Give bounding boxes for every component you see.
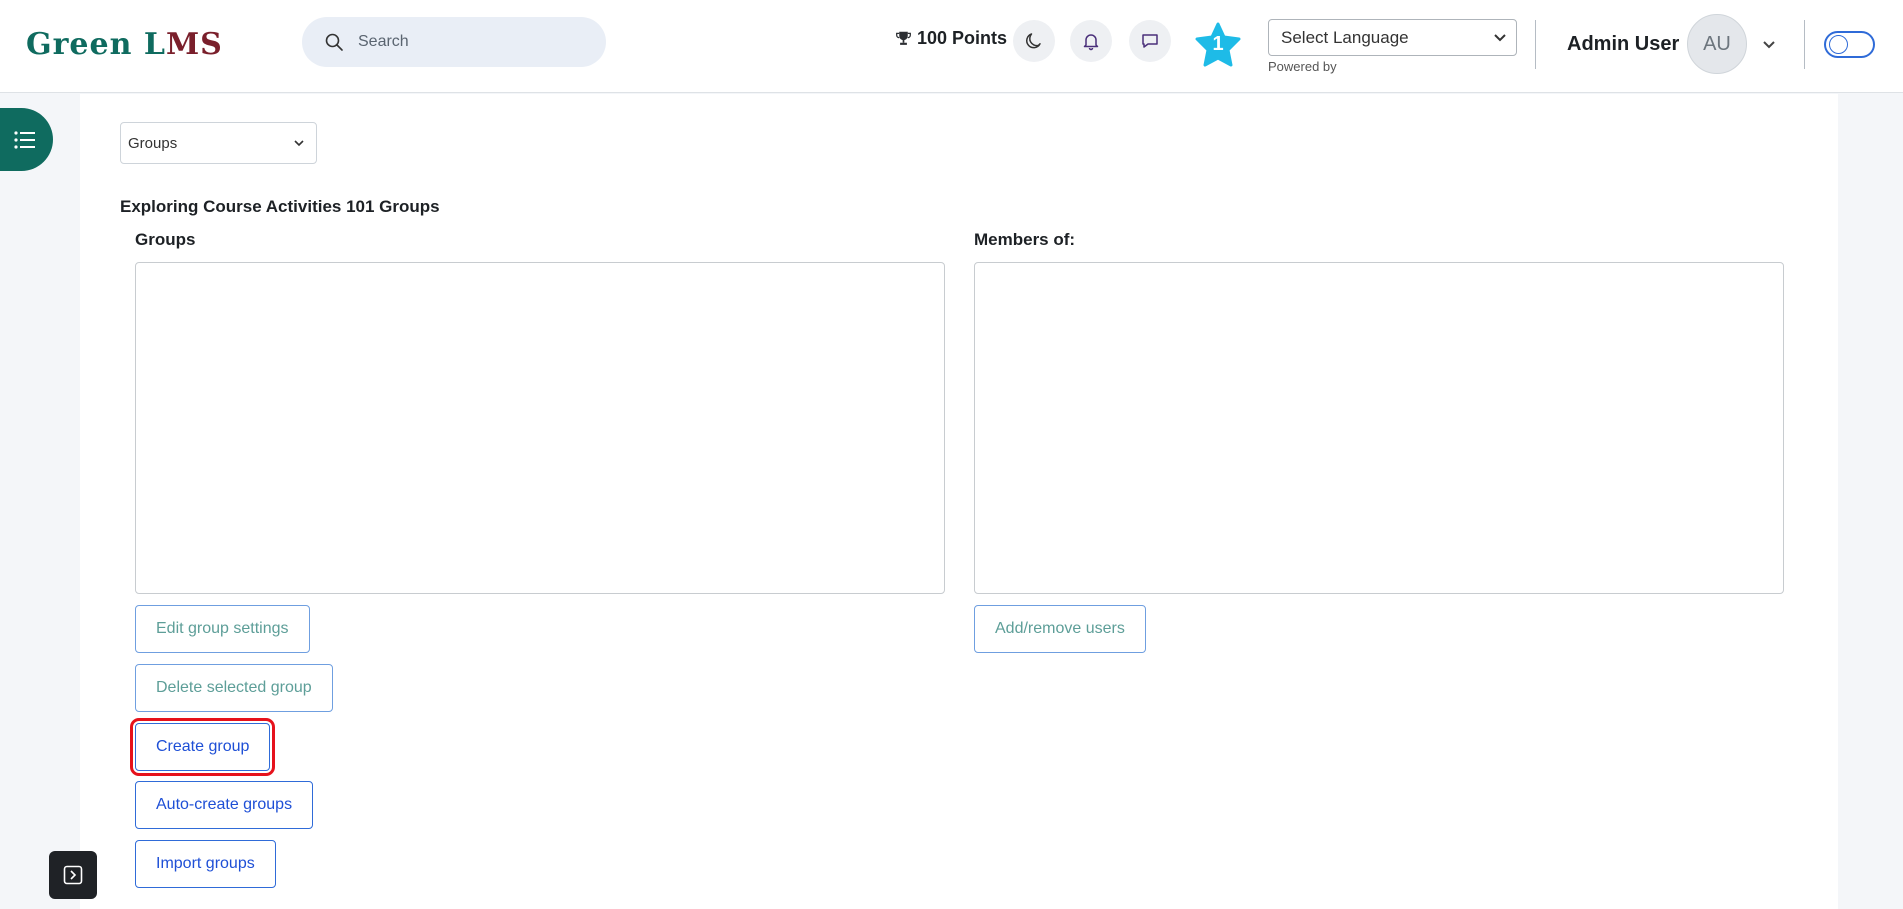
header-divider-2 — [1804, 20, 1805, 69]
auto-create-groups-label: Auto-create groups — [156, 796, 293, 813]
page-title: Exploring Course Activities 101 Groups — [120, 197, 440, 216]
theme-toggle-switch[interactable] — [1824, 31, 1875, 58]
chevron-down-icon — [294, 140, 304, 147]
notifications-button[interactable] — [1070, 20, 1112, 62]
search-icon — [325, 33, 343, 51]
search-bar[interactable] — [302, 17, 606, 67]
user-menu-chevron-icon[interactable] — [1760, 35, 1778, 53]
logo-text-part2: MS — [165, 26, 223, 62]
points-display[interactable]: 100 Points — [895, 28, 1007, 49]
chevron-down-icon — [1494, 34, 1506, 42]
top-navbar: Green LMS 100 Points 1 Select Language P… — [0, 0, 1903, 93]
trophy-icon — [896, 31, 911, 45]
messages-button[interactable] — [1129, 20, 1171, 62]
delete-selected-group-button[interactable]: Delete selected group — [135, 664, 333, 712]
members-label: Members of: — [974, 230, 1076, 249]
import-groups-label: Import groups — [156, 855, 255, 872]
language-select[interactable]: Select Language — [1268, 19, 1517, 56]
bell-icon — [1083, 34, 1099, 51]
avatar[interactable]: AU — [1687, 14, 1747, 74]
groups-select-value: Groups — [128, 134, 178, 152]
add-remove-users-button[interactable]: Add/remove users — [974, 605, 1146, 653]
user-name[interactable]: Admin User — [1567, 33, 1679, 56]
edit-group-settings-button[interactable]: Edit group settings — [135, 605, 310, 653]
language-select-value: Select Language — [1281, 27, 1409, 47]
members-listbox[interactable] — [974, 262, 1784, 594]
import-groups-button[interactable]: Import groups — [135, 840, 276, 888]
create-group-label: Create group — [156, 738, 250, 755]
expand-panel-icon — [63, 865, 83, 885]
delete-selected-group-label: Delete selected group — [156, 679, 312, 696]
powered-by-text: Powered by — [1268, 59, 1337, 74]
groups-label: Groups — [135, 230, 196, 249]
footer-toggle-button[interactable] — [49, 851, 97, 899]
sidebar-drawer-button[interactable] — [0, 108, 53, 171]
toggle-knob — [1829, 35, 1848, 54]
logo-text-part1: Green L — [26, 26, 166, 62]
list-icon — [13, 130, 35, 149]
dark-mode-button[interactable] — [1013, 20, 1055, 62]
main-content: Groups Exploring Course Activities 101 G… — [80, 94, 1838, 909]
auto-create-groups-button[interactable]: Auto-create groups — [135, 781, 314, 829]
search-input[interactable] — [358, 33, 578, 51]
chat-icon — [1142, 34, 1158, 48]
star-badge-count: 1 — [1212, 33, 1224, 55]
points-label: 100 Points — [917, 28, 1008, 48]
groups-navigation-select[interactable]: Groups — [120, 122, 317, 164]
groups-listbox[interactable] — [135, 262, 945, 594]
moon-icon — [1026, 33, 1041, 49]
green-lms-logo[interactable]: Green LMS — [26, 24, 223, 64]
create-group-button[interactable]: Create group — [129, 718, 276, 776]
avatar-initials: AU — [1703, 32, 1731, 55]
header-divider — [1535, 20, 1536, 69]
add-remove-users-label: Add/remove users — [995, 620, 1125, 637]
edit-group-settings-label: Edit group settings — [156, 620, 289, 637]
